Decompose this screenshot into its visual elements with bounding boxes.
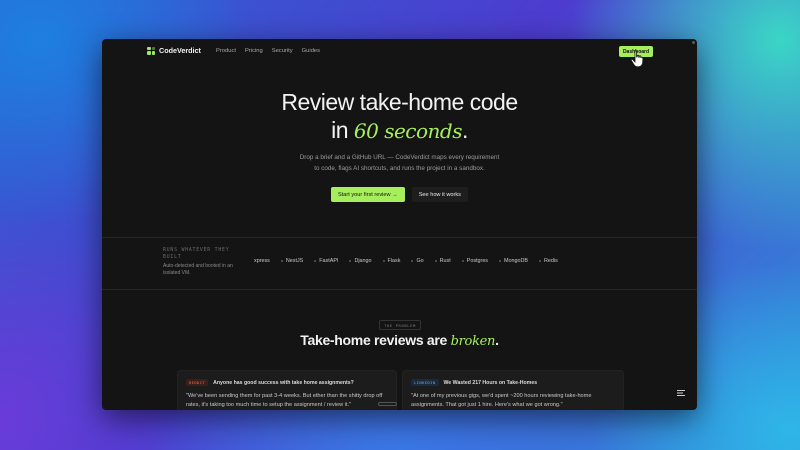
card-body-line2: assignments. That got just 1 hire. Here'… — [411, 402, 563, 408]
card-body-line1: "We've been sending them for past 3-4 we… — [186, 393, 383, 399]
window-corner-dot — [692, 41, 695, 44]
source-badge-reddit: REDDIT — [186, 379, 209, 386]
card-body: "At one of my previous gigs, we'd spent … — [411, 392, 613, 410]
stack-label-line1: RUNS WHATEVER THEY — [163, 248, 230, 253]
hero-subtitle-line2: to code, flags AI shortcuts, and runs th… — [314, 165, 485, 172]
stack-item-fastapi: FastAPI — [314, 258, 338, 264]
stack-item-rust: Rust — [434, 258, 451, 264]
stack-item-go: Go — [411, 258, 424, 264]
brand[interactable]: CodeVerdict — [147, 46, 201, 55]
card-header: REDDIT Anyone has good success with take… — [186, 379, 354, 386]
source-badge-linkedin: LINKEDIN — [411, 379, 439, 386]
menu-lines-icon[interactable] — [676, 388, 686, 398]
section-divider-bottom — [102, 289, 697, 290]
stack-item-flask: Flask — [382, 258, 400, 264]
stack-item-mongodb: MongoDB — [499, 258, 528, 264]
problem-tag: THE PROBLEM — [379, 320, 421, 330]
stack-item-postgres: Postgres — [461, 258, 488, 264]
stack-item-django: Django — [349, 258, 372, 264]
hero-title-line1: Review take-home code — [281, 89, 518, 115]
hand-cursor-icon — [630, 50, 644, 68]
problem-title-suffix: . — [495, 332, 499, 348]
stack-item-redis: Redis — [539, 258, 558, 264]
nav-links: Product Pricing Security Guides — [216, 48, 320, 54]
see-how-it-works-button[interactable]: See how it works — [411, 187, 468, 202]
card-title: We Wasted 217 Hours on Take-Homes — [443, 379, 538, 386]
stack-caption: RUNS WHATEVER THEY BUILT Auto-detected a… — [163, 247, 245, 277]
stack-items: xpress NestJS FastAPI Django Flask Go Ru… — [254, 258, 558, 264]
stack-item-nestjs: NestJS — [280, 258, 303, 264]
stack-desc-line2: isolated VM. — [163, 270, 191, 276]
browser-window: CodeVerdict Product Pricing Security Gui… — [102, 39, 697, 410]
hero-cta-row: Start your first review → See how it wor… — [102, 187, 697, 202]
stack-label-line2: BUILT — [163, 255, 182, 260]
card-body: "We've been sending them for past 3-4 we… — [186, 392, 386, 410]
problem-title: Take-home reviews are broken. — [102, 332, 697, 349]
stack-item-express: xpress — [254, 258, 270, 264]
brand-name: CodeVerdict — [159, 46, 201, 55]
card-title: Anyone has good success with take home a… — [213, 379, 354, 386]
carousel-scroll-indicator[interactable] — [378, 402, 397, 406]
problem-title-prefix: Take-home reviews are — [300, 332, 448, 348]
hero-title-line2: in 60 seconds. — [102, 117, 697, 145]
hero-title-accent: 60 seconds — [353, 119, 463, 143]
quote-card-linkedin: LINKEDIN We Wasted 217 Hours on Take-Hom… — [402, 370, 624, 410]
hero-title-suffix: . — [462, 117, 468, 143]
logo-icon — [147, 46, 155, 55]
hero-title-prefix: in — [331, 117, 348, 143]
nav-link-product[interactable]: Product — [216, 48, 236, 54]
problem-title-accent: broken — [450, 334, 496, 349]
quote-card-reddit: REDDIT Anyone has good success with take… — [177, 370, 397, 410]
nav-link-guides[interactable]: Guides — [302, 48, 320, 54]
nav-link-pricing[interactable]: Pricing — [245, 48, 263, 54]
stack-desc-line1: Auto-detected and booted in an — [163, 263, 233, 269]
top-nav: CodeVerdict Product Pricing Security Gui… — [102, 39, 697, 68]
nav-link-security[interactable]: Security — [272, 48, 293, 54]
card-body-line2: rates, it's taking too much time to setu… — [186, 402, 352, 408]
stack-strip: RUNS WHATEVER THEY BUILT Auto-detected a… — [102, 237, 697, 289]
card-header: LINKEDIN We Wasted 217 Hours on Take-Hom… — [411, 379, 537, 386]
hero-subtitle-line1: Drop a brief and a GitHub URL — CodeVerd… — [299, 154, 500, 161]
start-review-button[interactable]: Start your first review → — [331, 187, 405, 202]
card-body-line1: "At one of my previous gigs, we'd spent … — [411, 393, 592, 399]
